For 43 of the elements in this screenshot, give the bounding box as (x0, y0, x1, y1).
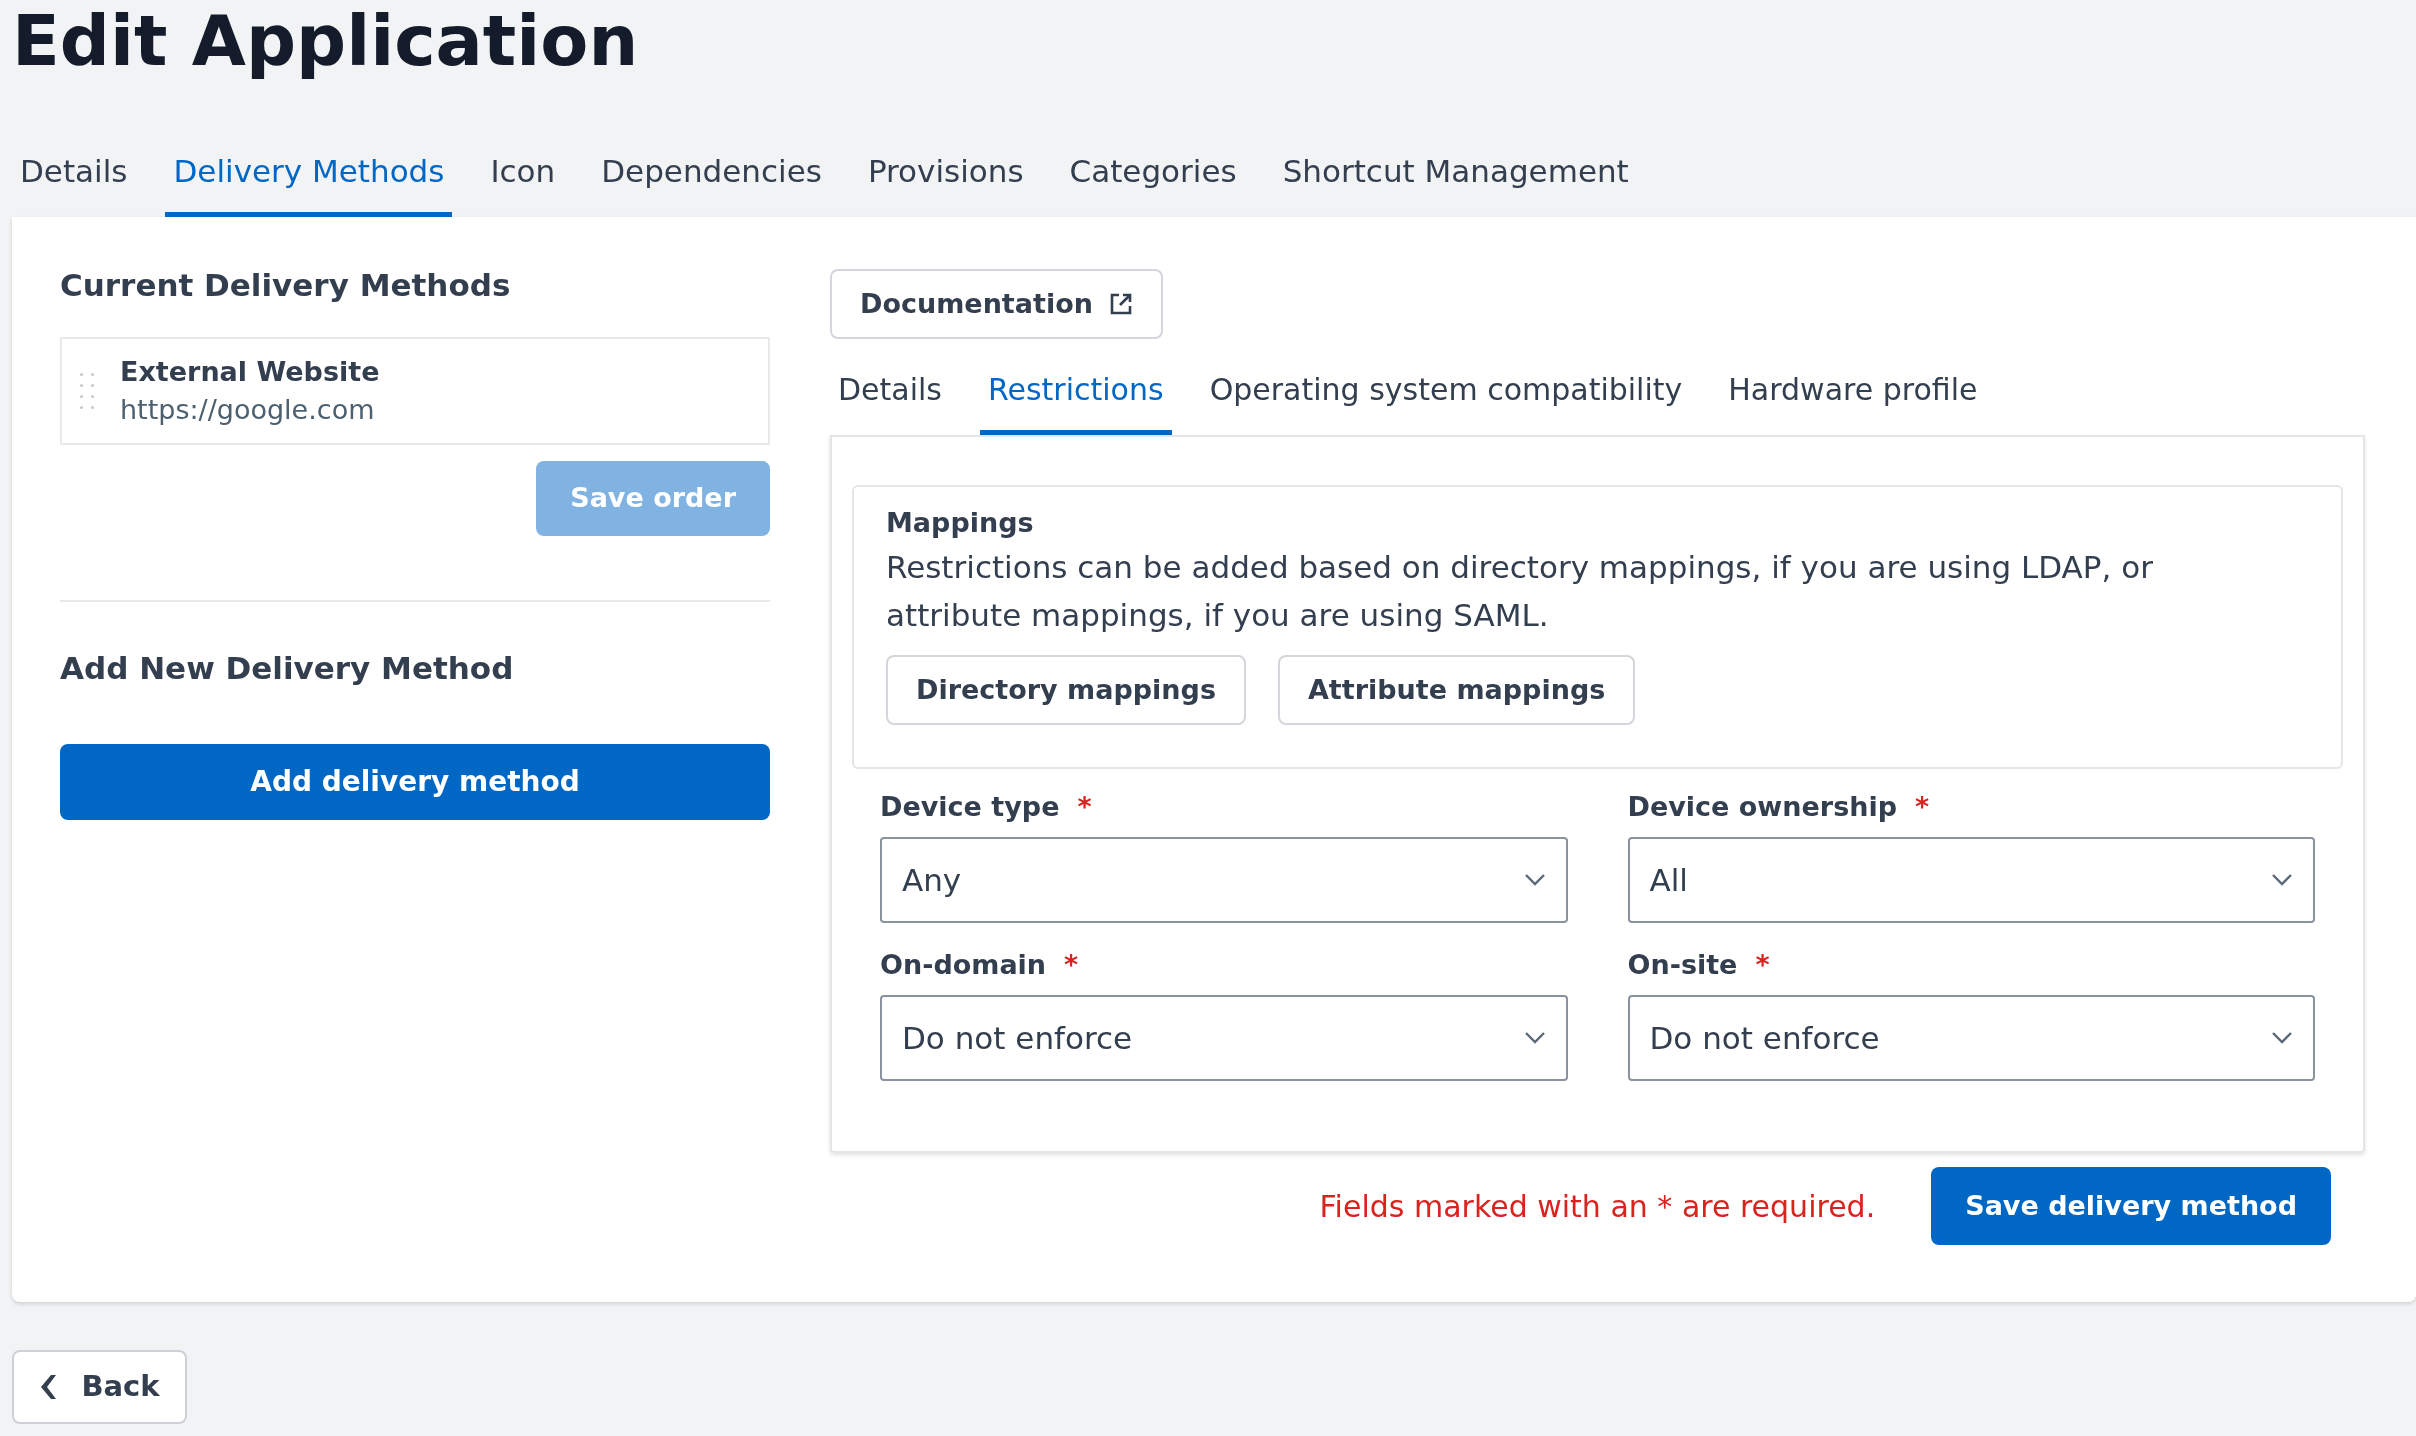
chevron-down-icon (1523, 1031, 1546, 1045)
tab[interactable]: Shortcut Management (1274, 130, 1637, 217)
tab[interactable]: Dependencies (593, 130, 830, 217)
chevron-down-icon (1523, 873, 1546, 887)
tab[interactable]: Details (830, 349, 950, 435)
tab[interactable]: Details (12, 130, 136, 217)
field-label: Device type (880, 789, 1060, 824)
chevron-down-icon (2271, 873, 2293, 887)
tab[interactable]: Hardware profile (1720, 349, 1986, 435)
add-delivery-method-button[interactable]: Add delivery method (60, 744, 770, 820)
mapping-button[interactable]: Directory mappings (886, 655, 1246, 725)
tab[interactable]: Provisions (859, 130, 1032, 217)
mapping-button[interactable]: Attribute mappings (1277, 655, 1636, 725)
tab[interactable]: Icon (482, 130, 564, 217)
external-link-icon (1108, 292, 1133, 316)
field-label: On-site (1627, 947, 1738, 982)
select-field[interactable]: Any (880, 837, 1568, 923)
tab[interactable]: Restrictions (980, 349, 1172, 435)
section-heading: Add New Delivery Method (60, 649, 515, 688)
back-button[interactable]: Back (12, 1350, 187, 1424)
chevron-down-icon (2271, 1031, 2293, 1045)
required-asterisk: * (1915, 789, 1930, 824)
delivery-method-item[interactable]: External Website https://google.com (60, 337, 770, 445)
tab[interactable]: Operating system compatibility (1201, 349, 1691, 435)
section-heading: Current Delivery Methods (60, 266, 512, 305)
required-asterisk: * (1064, 947, 1079, 982)
field-label: Device ownership (1627, 789, 1897, 824)
select-field[interactable]: Do not enforce (880, 995, 1568, 1081)
save-delivery-method-button[interactable]: Save delivery method (1931, 1167, 2331, 1245)
required-asterisk: * (1077, 789, 1092, 824)
tab[interactable]: Categories (1061, 130, 1245, 217)
select-field[interactable]: All (1627, 837, 2315, 923)
required-fields-note: Fields marked with an * are required. (1319, 1187, 1876, 1226)
select-field[interactable]: Do not enforce (1627, 995, 2315, 1081)
documentation-button[interactable]: Documentation (830, 269, 1163, 339)
drag-handle-icon[interactable] (80, 373, 94, 409)
mappings-title: Mappings (886, 506, 1035, 540)
chevron-left-icon (39, 1375, 58, 1399)
method-url: https://google.com (120, 393, 376, 427)
method-name: External Website (120, 355, 380, 389)
field-label: On-domain (880, 947, 1047, 982)
mappings-description: Restrictions can be added based on directory mappings, if you are using LDAP, or attribute mappings, if you are using SAML. (886, 548, 2154, 635)
required-asterisk: * (1755, 947, 1770, 982)
